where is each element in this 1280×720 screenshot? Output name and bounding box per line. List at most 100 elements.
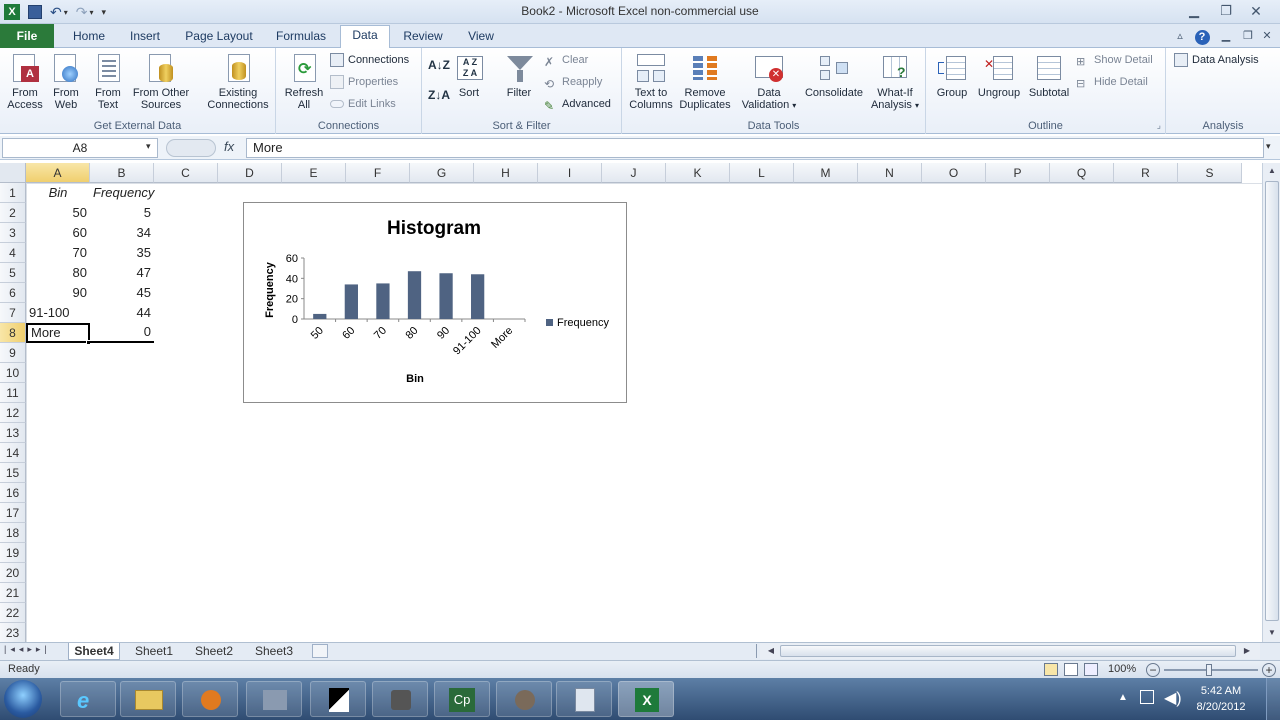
cell-a1[interactable]: Bin xyxy=(26,183,90,203)
consolidate-button[interactable]: Consolidate xyxy=(802,52,866,99)
row-header-10[interactable]: 10 xyxy=(0,363,26,383)
row-header-20[interactable]: 20 xyxy=(0,563,26,583)
data-validation-button[interactable]: ✕ Data Validation ▾ xyxy=(738,52,800,112)
hide-detail-button[interactable]: ⊟ Hide Detail xyxy=(1076,73,1148,91)
edit-links-button[interactable]: Edit Links xyxy=(330,95,396,113)
tab-view[interactable]: View xyxy=(460,27,502,48)
row-header-17[interactable]: 17 xyxy=(0,503,26,523)
zoom-slider-thumb[interactable] xyxy=(1206,664,1212,676)
row-header-19[interactable]: 19 xyxy=(0,543,26,563)
cell-b3[interactable]: 34 xyxy=(90,223,154,243)
formula-bar-expand-handle[interactable] xyxy=(166,139,216,157)
cell-a2[interactable]: 50 xyxy=(26,203,90,223)
histogram-chart[interactable]: Histogram Frequency Bin 0 20 40 60 50 60 70 80… xyxy=(243,202,627,403)
taskbar-date[interactable]: 8/20/2012 xyxy=(1186,701,1256,713)
row-header-9[interactable]: 9 xyxy=(0,343,26,363)
select-all-corner[interactable] xyxy=(0,163,26,183)
bar-60[interactable] xyxy=(344,284,358,319)
filter-button[interactable]: Filter xyxy=(500,52,538,99)
row-header-13[interactable]: 13 xyxy=(0,423,26,443)
refresh-all-button[interactable]: ⟳ Refresh All xyxy=(280,52,328,111)
insert-sheet-icon[interactable] xyxy=(312,644,328,658)
normal-view-icon[interactable] xyxy=(1044,663,1058,676)
scroll-down-icon[interactable]: ▼ xyxy=(1264,625,1280,641)
taskbar-network-tool-icon[interactable] xyxy=(246,681,302,717)
from-other-sources-button[interactable]: From Other Sources xyxy=(130,52,192,111)
row-header-3[interactable]: 3 xyxy=(0,223,26,243)
taskbar-internet-explorer-icon[interactable]: e xyxy=(60,681,116,717)
sheet-tab-sheet2[interactable]: Sheet2 xyxy=(188,643,240,660)
column-header-k[interactable]: K xyxy=(666,163,730,183)
column-header-i[interactable]: I xyxy=(538,163,602,183)
formula-bar-expand-icon[interactable]: ▾ xyxy=(1266,141,1271,152)
row-header-21[interactable]: 21 xyxy=(0,583,26,603)
column-header-n[interactable]: N xyxy=(858,163,922,183)
cell-b2[interactable]: 5 xyxy=(90,203,154,223)
column-header-c[interactable]: C xyxy=(154,163,218,183)
cell-a6[interactable]: 90 xyxy=(26,283,90,303)
zoom-level[interactable]: 100% xyxy=(1108,663,1136,675)
cell-a3[interactable]: 60 xyxy=(26,223,90,243)
data-validation-dropdown-icon[interactable]: ▾ xyxy=(792,101,796,110)
start-button-icon[interactable] xyxy=(4,680,42,718)
row-header-8[interactable]: 8 xyxy=(0,323,26,343)
bar-50[interactable] xyxy=(313,313,327,319)
page-break-view-icon[interactable] xyxy=(1084,663,1098,676)
group-button[interactable]: Group xyxy=(932,52,972,99)
taskbar-captivate-icon[interactable]: Cp xyxy=(434,681,490,717)
column-header-g[interactable]: G xyxy=(410,163,474,183)
existing-connections-button[interactable]: Existing Connections xyxy=(202,52,274,111)
tab-home[interactable]: Home xyxy=(64,27,114,48)
bar-91-100[interactable] xyxy=(471,274,485,319)
bar-80[interactable] xyxy=(407,271,422,319)
scroll-right-icon[interactable]: ▶ xyxy=(1240,643,1254,659)
text-to-columns-button[interactable]: Text to Columns xyxy=(626,52,676,111)
column-header-q[interactable]: Q xyxy=(1050,163,1114,183)
taskbar-app-icon[interactable] xyxy=(310,681,366,717)
what-if-dropdown-icon[interactable]: ▾ xyxy=(915,101,919,110)
taskbar-time[interactable]: 5:42 AM xyxy=(1186,685,1256,697)
vertical-scroll-thumb[interactable] xyxy=(1265,181,1279,621)
cell-b4[interactable]: 35 xyxy=(90,243,154,263)
sheet-nav-icons[interactable]: |◂◂▸▸| xyxy=(4,644,51,655)
column-header-s[interactable]: S xyxy=(1178,163,1242,183)
name-box-dropdown-icon[interactable]: ▾ xyxy=(146,141,151,152)
row-header-4[interactable]: 4 xyxy=(0,243,26,263)
from-text-button[interactable]: From Text xyxy=(88,52,128,111)
zoom-out-icon[interactable]: − xyxy=(1146,663,1160,677)
taskbar-tools-icon[interactable] xyxy=(496,681,552,717)
remove-duplicates-button[interactable]: Remove Duplicates xyxy=(676,52,734,111)
from-web-button[interactable]: From Web xyxy=(46,52,86,111)
formula-input[interactable]: More xyxy=(246,138,1264,158)
column-header-m[interactable]: M xyxy=(794,163,858,183)
vertical-scrollbar[interactable]: ▲ ▼ xyxy=(1262,163,1280,642)
row-header-6[interactable]: 6 xyxy=(0,283,26,303)
scroll-up-icon[interactable]: ▲ xyxy=(1264,163,1280,179)
row-header-5[interactable]: 5 xyxy=(0,263,26,283)
tab-review[interactable]: Review xyxy=(398,27,448,48)
cell-a5[interactable]: 80 xyxy=(26,263,90,283)
row-header-11[interactable]: 11 xyxy=(0,383,26,403)
connections-button[interactable]: Connections xyxy=(330,51,409,69)
column-header-b[interactable]: B xyxy=(90,163,154,183)
cell-a4[interactable]: 70 xyxy=(26,243,90,263)
reapply-button[interactable]: ⟲ Reapply xyxy=(544,73,602,91)
show-detail-button[interactable]: ⊞ Show Detail xyxy=(1076,51,1153,69)
minimize-icon[interactable]: ▁ xyxy=(1180,2,1208,20)
cell-a8-selected[interactable]: More xyxy=(26,323,90,343)
properties-button[interactable]: Properties xyxy=(330,73,398,91)
column-header-p[interactable]: P xyxy=(986,163,1050,183)
cell-b7[interactable]: 44 xyxy=(90,303,154,323)
bar-90[interactable] xyxy=(439,273,453,319)
column-header-h[interactable]: H xyxy=(474,163,538,183)
from-access-button[interactable]: A From Access xyxy=(4,52,46,111)
sort-ascending-button[interactable]: A↓Z xyxy=(428,56,450,74)
sheet-tab-sheet1[interactable]: Sheet1 xyxy=(128,643,180,660)
column-header-r[interactable]: R xyxy=(1114,163,1178,183)
taskbar-dice-icon[interactable] xyxy=(372,681,428,717)
close-icon[interactable]: ✕ xyxy=(1242,2,1270,20)
taskbar-notepad-icon[interactable] xyxy=(556,681,612,717)
taskbar-file-explorer-icon[interactable] xyxy=(120,681,176,717)
column-header-a[interactable]: A xyxy=(26,163,90,183)
tab-insert[interactable]: Insert xyxy=(122,27,168,48)
